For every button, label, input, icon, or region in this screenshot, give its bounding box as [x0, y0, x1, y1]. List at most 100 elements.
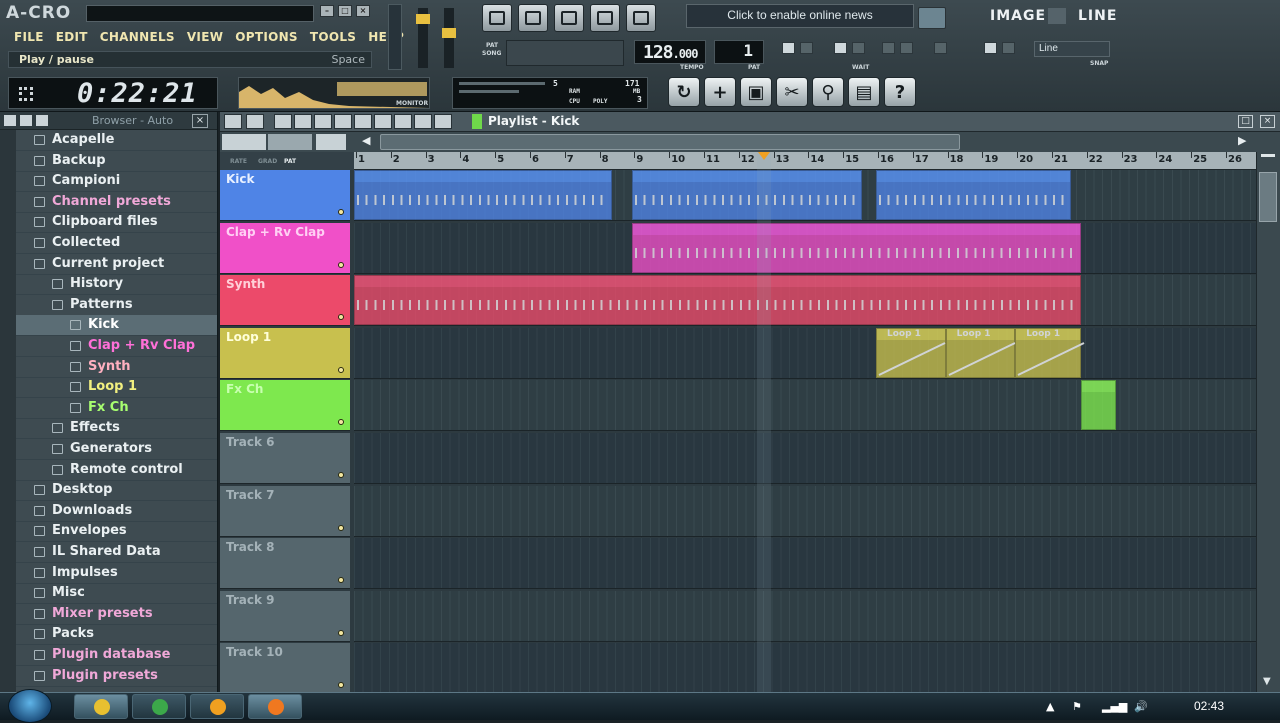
track-mute-led-icon[interactable] [338, 682, 344, 689]
track-lane[interactable]: Loop 1 Loop 1 Loop 1 [354, 327, 1264, 379]
taskbar-clock[interactable]: 02:43 [1194, 699, 1224, 713]
browser-close-button[interactable]: × [192, 114, 208, 128]
online-news-bar[interactable]: Click to enable online news [686, 4, 914, 28]
taskbar-app-explorer[interactable] [74, 694, 128, 719]
vscroll-down-icon[interactable]: ▼ [1263, 676, 1271, 687]
track-header[interactable]: Kick [220, 170, 350, 221]
browser-item[interactable]: Plugin database [16, 645, 217, 666]
browser-back-icon[interactable] [20, 115, 32, 126]
track-header[interactable]: Track 8 [220, 538, 350, 590]
slice-tool-icon[interactable] [374, 114, 392, 129]
playlist-title[interactable]: Playlist - Kick [488, 114, 579, 128]
menu-tools[interactable]: TOOLS [304, 27, 362, 47]
track-mute-led-icon[interactable] [338, 629, 344, 636]
pattern-clip[interactable] [354, 170, 612, 220]
browser-item[interactable]: Downloads [16, 501, 217, 522]
track-lane[interactable] [354, 275, 1264, 327]
track-lane[interactable] [354, 222, 1264, 274]
pattern-clip[interactable]: Loop 1 [1015, 327, 1085, 378]
browser-item[interactable]: Campioni [16, 171, 217, 193]
scroll-left-icon[interactable]: ◀ [362, 134, 370, 147]
export-button[interactable]: ✂ [776, 77, 808, 107]
playlist-close-button[interactable]: × [1260, 115, 1275, 128]
step-edit-toggle[interactable] [834, 42, 847, 54]
track-lane[interactable] [354, 170, 1264, 221]
browser-item[interactable]: Desktop [16, 480, 217, 502]
song-time-display[interactable]: 0:22:21 [8, 77, 218, 109]
track-lane[interactable] [354, 590, 1264, 642]
new-project-button[interactable]: + [704, 77, 736, 107]
multilink-toggle[interactable] [900, 42, 913, 54]
pattern-clip[interactable]: Loop 1 [876, 327, 946, 378]
browser-item[interactable]: Impulses [16, 563, 217, 584]
browser-item[interactable]: Loop 1 [16, 377, 217, 399]
vscroll-up-icon[interactable] [1261, 154, 1275, 157]
pattern-clip[interactable] [876, 170, 1071, 220]
metronome-toggle[interactable] [782, 42, 795, 54]
maximize-button[interactable]: □ [338, 5, 352, 17]
playhead-marker-icon[interactable] [758, 152, 770, 160]
menu-channels[interactable]: CHANNELS [94, 27, 181, 47]
track-mute-led-icon[interactable] [338, 524, 344, 531]
pattern-clip[interactable] [632, 170, 863, 220]
pattern-view-button[interactable] [316, 134, 346, 150]
browser-item[interactable]: Fx Ch [16, 398, 217, 419]
track-header[interactable]: Track 6 [220, 433, 350, 484]
browser-item[interactable]: Plugin presets [16, 666, 217, 687]
master-volume-slider[interactable] [388, 4, 402, 70]
track-lane[interactable] [354, 643, 1264, 695]
record-mode-toggle[interactable] [1002, 42, 1015, 54]
typing-keyboard-toggle[interactable] [800, 42, 813, 54]
menu-edit[interactable]: EDIT [50, 27, 94, 47]
track-mute-led-icon[interactable] [338, 261, 344, 268]
track-header[interactable]: Loop 1 [220, 327, 350, 379]
track-mute-led-icon[interactable] [338, 419, 344, 426]
scroll-thumb[interactable] [380, 134, 960, 150]
browser-sort-icon[interactable] [36, 115, 48, 126]
browser-item[interactable]: Mixer presets [16, 604, 217, 625]
playback-tool-icon[interactable] [434, 114, 452, 129]
browser-scroll-strip[interactable] [0, 130, 16, 692]
browser-item[interactable]: History [16, 274, 217, 296]
playlist-maximize-button[interactable]: □ [1238, 115, 1253, 128]
browser-item[interactable]: Collected [16, 233, 217, 254]
browser-item[interactable]: Channel presets [16, 192, 217, 213]
track-header[interactable]: Clap + Rv Clap [220, 222, 350, 274]
browser-menu-icon[interactable] [4, 115, 16, 126]
track-mute-led-icon[interactable] [338, 577, 344, 584]
horizontal-scrollbar[interactable]: ◀ ▶ [220, 132, 1280, 152]
slip-tool-icon[interactable] [354, 114, 372, 129]
browser-item[interactable]: Misc [16, 583, 217, 605]
search-button[interactable]: ⚲ [812, 77, 844, 107]
undo-button[interactable]: ↻ [668, 77, 700, 107]
track-mute-led-icon[interactable] [338, 209, 344, 215]
track-lane[interactable] [354, 380, 1264, 432]
track-lane[interactable] [354, 485, 1264, 537]
browser-item[interactable]: Clap + Rv Clap [16, 336, 217, 357]
countdown-toggle[interactable] [852, 42, 865, 54]
track-mute-led-icon[interactable] [338, 314, 344, 321]
snap-select[interactable]: Line [1034, 41, 1110, 57]
track-header[interactable]: Fx Ch [220, 380, 350, 432]
tray-expand-icon[interactable]: ▲ [1046, 700, 1054, 713]
master-level-slider[interactable] [442, 8, 456, 68]
browser-item[interactable]: Generators [16, 439, 217, 460]
delete-tool-icon[interactable] [314, 114, 332, 129]
start-button[interactable] [8, 689, 52, 723]
playlist-snap-button[interactable] [246, 114, 264, 129]
taskbar-app-flstudio[interactable] [248, 694, 302, 719]
loop-record-toggle[interactable] [934, 42, 947, 54]
browser-item[interactable]: IL Shared Data [16, 542, 217, 563]
pattern-clip[interactable] [354, 275, 1082, 326]
menu-file[interactable]: FILE [8, 27, 50, 47]
taskbar-app-browser[interactable] [132, 694, 186, 719]
menu-options[interactable]: OPTIONS [229, 27, 304, 47]
tempo-display[interactable]: 128.000 [634, 40, 706, 64]
bar-ruler[interactable]: 1 2 3 4 5 6 7 8 9 10 11 12 13 14 15 16 17 18 19 20 21 22 23 24 2… [354, 152, 1264, 170]
vscroll-thumb[interactable] [1259, 172, 1277, 222]
browser-item[interactable]: Current project [16, 254, 217, 275]
project-info-button[interactable]: ▤ [848, 77, 880, 107]
track-header[interactable]: Track 7 [220, 485, 350, 537]
browser-item[interactable]: Patterns [16, 295, 217, 316]
browser-item[interactable]: Synth [16, 357, 217, 378]
